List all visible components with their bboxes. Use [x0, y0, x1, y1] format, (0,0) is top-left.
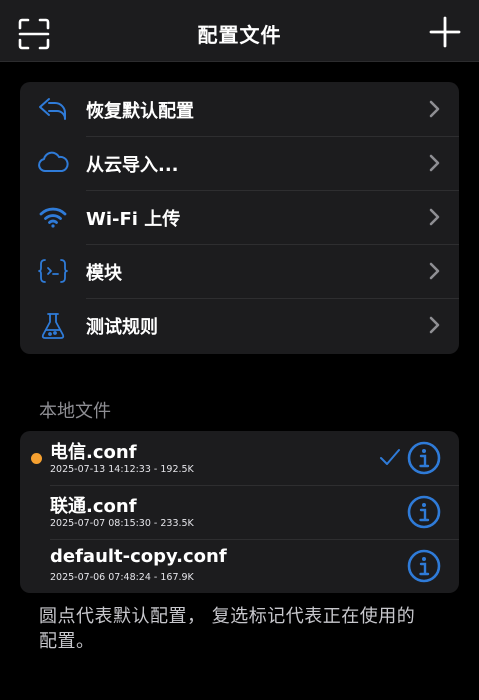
- local-files-list: 电信.conf 2025-07-13 14:12:33 - 192.5K 联通.…: [20, 431, 459, 593]
- info-icon[interactable]: [407, 495, 441, 529]
- menu-item-restore-default[interactable]: 恢复默认配置: [20, 82, 459, 136]
- file-row[interactable]: 电信.conf 2025-07-13 14:12:33 - 192.5K: [20, 431, 459, 485]
- page-title: 配置文件: [197, 23, 282, 47]
- menu-item-label: 从云导入...: [86, 155, 179, 176]
- chevron-right-icon: [429, 316, 440, 334]
- file-meta: 2025-07-07 08:15:30 - 233.5K: [50, 518, 194, 529]
- menu-item-label: 测试规则: [86, 317, 158, 338]
- default-dot-indicator: [31, 453, 42, 464]
- cloud-icon: [37, 148, 69, 178]
- menu-item-import-cloud[interactable]: 从云导入...: [20, 136, 459, 190]
- menu-item-label: Wi-Fi 上传: [86, 209, 181, 230]
- module-braces-icon: [37, 256, 69, 286]
- footer-note: 圆点代表默认配置， 复选标记代表正在使用的配置。: [39, 606, 416, 652]
- menu-item-test-rules[interactable]: 测试规则: [20, 298, 459, 352]
- menu-item-label: 恢复默认配置: [86, 101, 194, 122]
- info-icon[interactable]: [407, 549, 441, 583]
- chevron-right-icon: [429, 208, 440, 226]
- chevron-right-icon: [429, 262, 440, 280]
- plus-icon[interactable]: [425, 12, 465, 52]
- file-name: 联通.conf: [50, 496, 137, 517]
- file-row[interactable]: default-copy.conf 2025-07-06 07:48:24 - …: [20, 539, 459, 593]
- info-icon[interactable]: [407, 441, 441, 475]
- chevron-right-icon: [429, 154, 440, 172]
- file-row[interactable]: 联通.conf 2025-07-07 08:15:30 - 233.5K: [20, 485, 459, 539]
- checkmark-icon: [380, 449, 400, 465]
- flask-icon: [37, 310, 69, 340]
- chevron-right-icon: [429, 100, 440, 118]
- file-meta: 2025-07-13 14:12:33 - 192.5K: [50, 464, 194, 475]
- section-header-local-files: 本地文件: [39, 401, 111, 422]
- file-name: 电信.conf: [50, 442, 137, 463]
- file-meta: 2025-07-06 07:48:24 - 167.9K: [50, 572, 194, 583]
- menu-item-wifi-upload[interactable]: Wi-Fi 上传: [20, 190, 459, 244]
- menu-item-label: 模块: [86, 263, 122, 284]
- file-name: default-copy.conf: [50, 546, 227, 567]
- navigation-bar: 配置文件: [0, 0, 479, 62]
- undo-arrow-icon: [37, 94, 69, 124]
- menu-item-modules[interactable]: 模块: [20, 244, 459, 298]
- actions-menu: 恢复默认配置 从云导入... Wi-Fi 上传 模块 测试规则: [20, 82, 459, 354]
- wifi-icon: [37, 202, 69, 232]
